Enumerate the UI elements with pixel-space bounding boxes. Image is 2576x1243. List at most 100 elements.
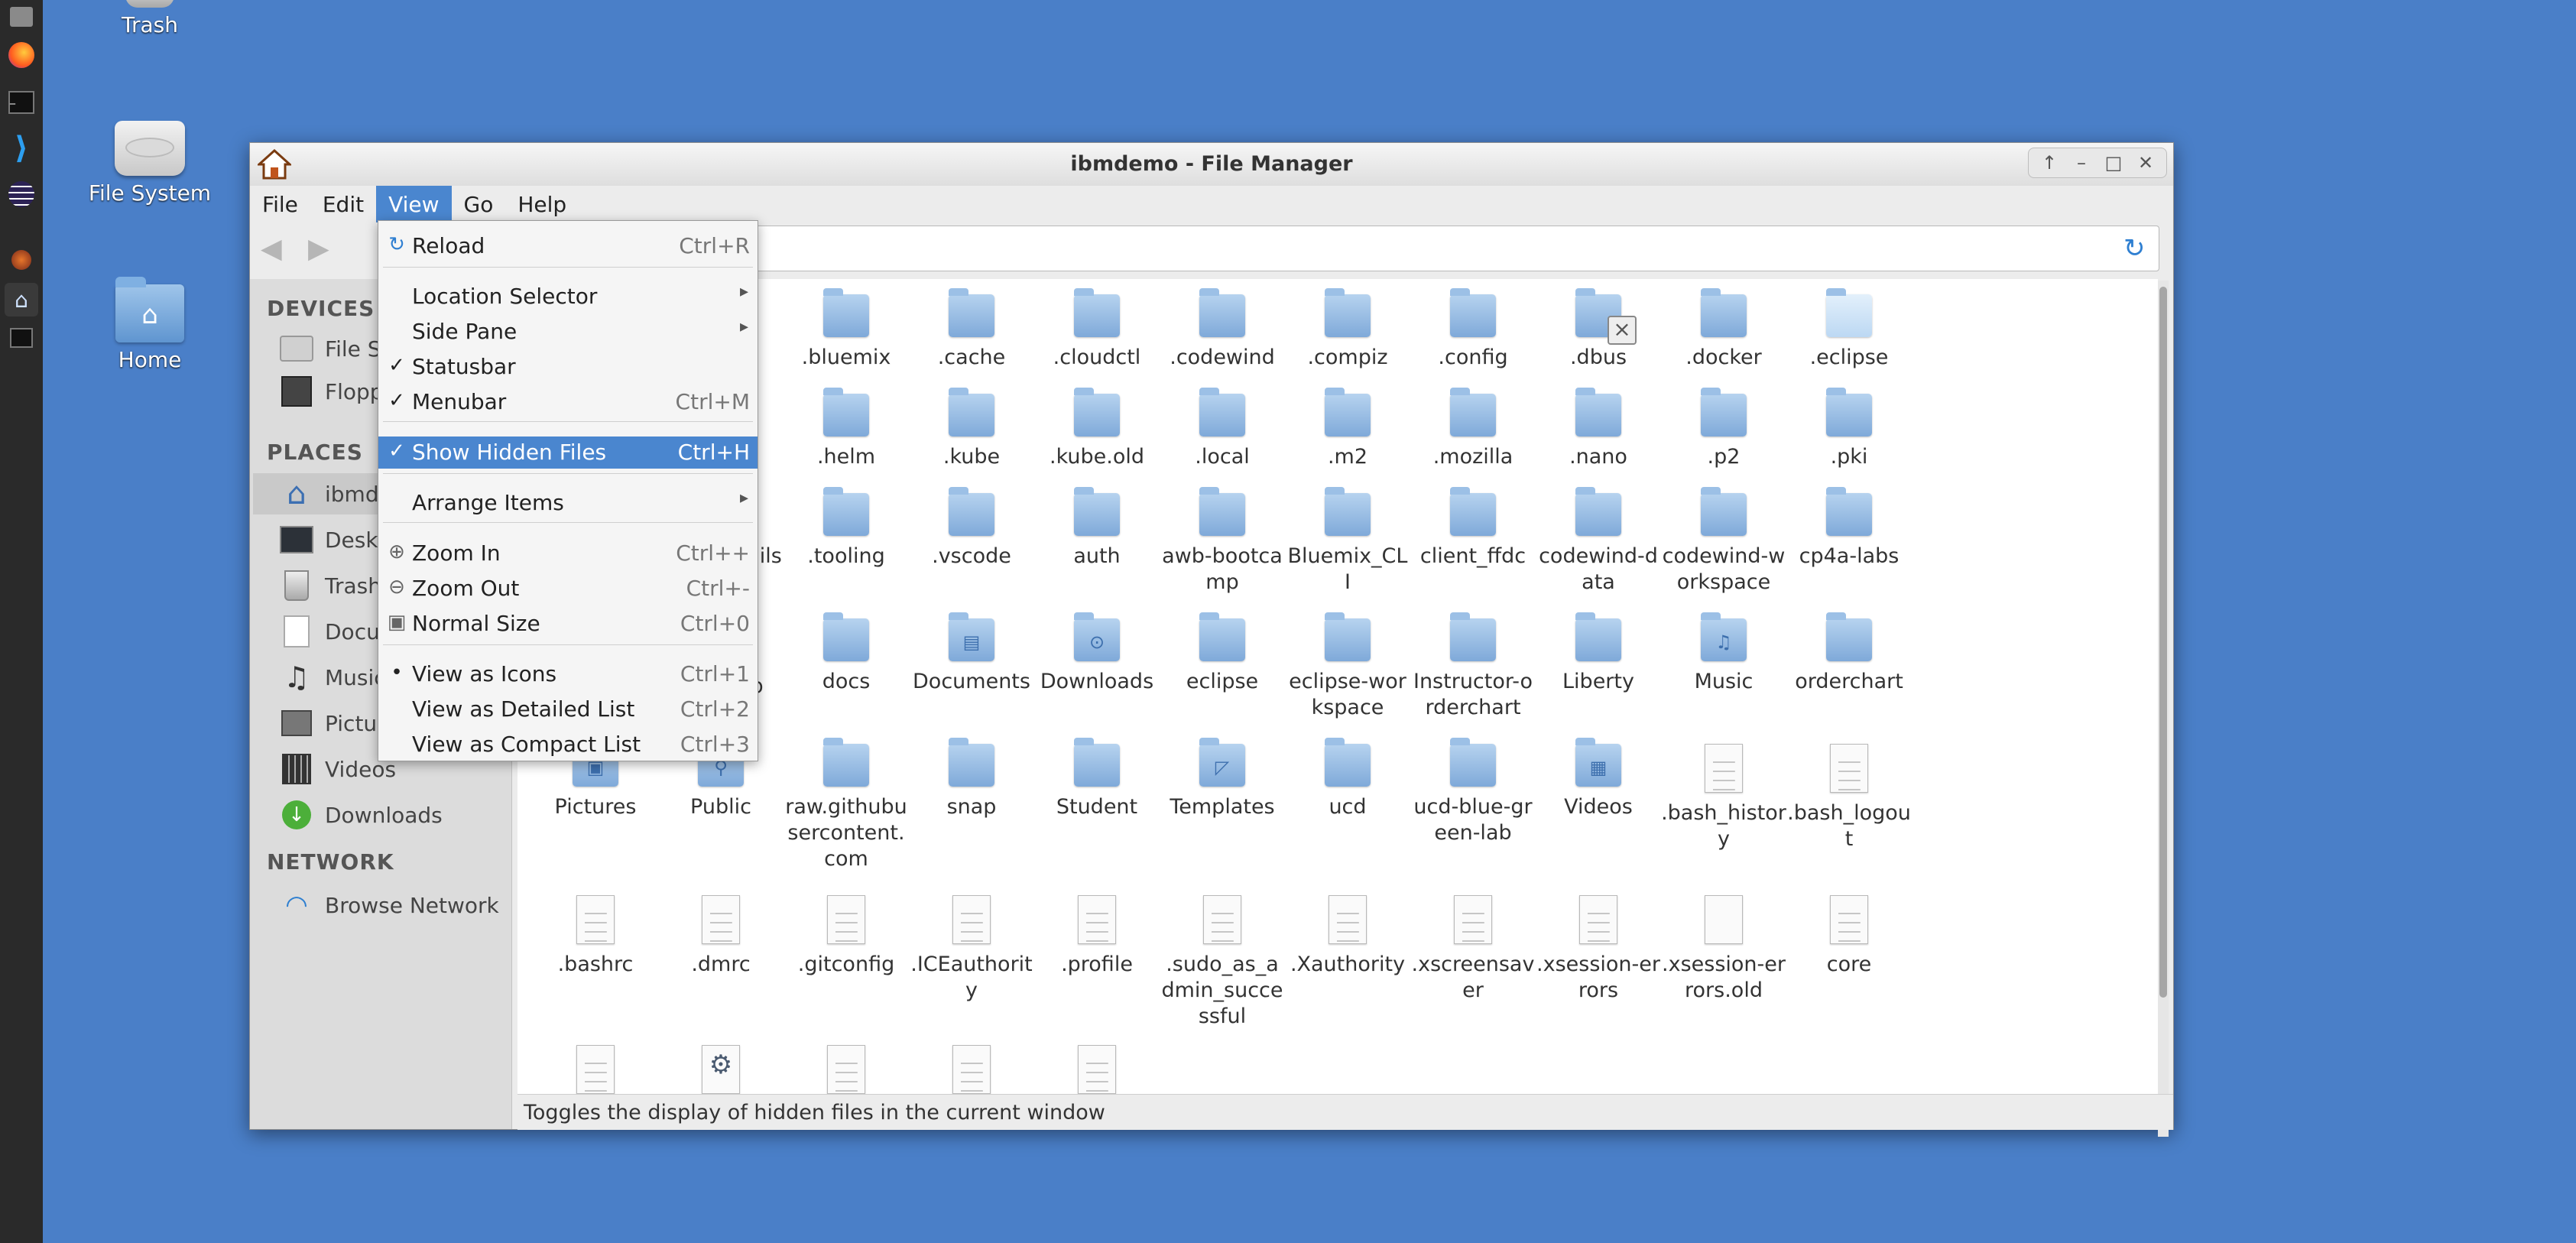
menu-edit[interactable]: Edit — [310, 186, 376, 222]
file-item[interactable] — [1034, 1045, 1160, 1094]
file-item[interactable]: crb.yaml — [533, 1045, 658, 1094]
folder-item[interactable]: cp4a-labs — [1786, 487, 1912, 570]
folder-item[interactable]: client_ffdc — [1410, 487, 1536, 570]
folder-item[interactable]: .tooling — [784, 487, 909, 570]
sidebar-item-browse-network[interactable]: ◠ Browse Network — [253, 884, 511, 926]
sidebar-item-downloads[interactable]: ↓ Downloads — [253, 794, 511, 836]
folder-item[interactable]: orderchart — [1786, 612, 1912, 695]
file-manager-icon[interactable]: ⌂ — [5, 283, 38, 316]
desktop-home[interactable]: ⌂ Home — [73, 277, 226, 372]
folder-item[interactable]: ⊙ Downloads — [1034, 612, 1160, 695]
vscode-icon[interactable]: ⟩ — [5, 131, 38, 166]
terminal-icon[interactable]: _ — [5, 86, 38, 119]
title-bar[interactable]: ibmdemo - File Manager ↑ – □ ✕ — [250, 143, 2173, 187]
folder-item[interactable]: .p2 — [1661, 388, 1786, 470]
file-item[interactable] — [784, 1045, 909, 1094]
file-item[interactable]: .profile — [1034, 895, 1160, 978]
folder-item[interactable]: raw.githubusercontent.com — [784, 738, 909, 872]
file-item[interactable]: .xsession-errors — [1536, 895, 1661, 1004]
file-item[interactable]: .bash_history — [1661, 744, 1786, 852]
menu-item-view-as-icons[interactable]: • View as Icons Ctrl+1 — [378, 658, 758, 690]
folder-item[interactable]: .pki — [1786, 388, 1912, 470]
folder-item[interactable]: ♫ Music — [1661, 612, 1786, 695]
folder-item[interactable]: Bluemix_CLI — [1285, 487, 1410, 596]
reload-icon[interactable]: ↻ — [2123, 235, 2149, 261]
folder-item[interactable]: Liberty — [1536, 612, 1661, 695]
folder-item[interactable]: .bluemix — [784, 288, 909, 371]
file-item[interactable]: .Xauthority — [1285, 895, 1410, 978]
folder-item[interactable]: ucd — [1285, 738, 1410, 820]
menu-item-reload[interactable]: ↻ Reload Ctrl+R — [378, 230, 758, 262]
folder-item[interactable]: .cloudctl — [1034, 288, 1160, 371]
icon-view[interactable]: .atom.bluemix.cache.cloudctl.codewind.co… — [517, 279, 2158, 1094]
folder-item[interactable]: auth — [1034, 487, 1160, 570]
folder-item[interactable]: .mozilla — [1410, 388, 1536, 470]
maximize-button[interactable]: □ — [2097, 150, 2130, 176]
close-button[interactable]: ✕ — [2130, 150, 2162, 176]
keep-above-button[interactable]: ↑ — [2033, 150, 2065, 176]
folder-item[interactable]: Student — [1034, 738, 1160, 820]
minimize-button[interactable]: – — [2065, 150, 2097, 176]
folder-item[interactable]: awb-bootcamp — [1160, 487, 1285, 596]
menu-item-show-hidden-files[interactable]: ✓ Show Hidden Files Ctrl+H — [378, 437, 758, 469]
folder-item[interactable]: .nano — [1536, 388, 1661, 470]
menu-file[interactable]: File — [250, 186, 310, 222]
menu-item-arrange-items[interactable]: Arrange Items ▸ — [378, 487, 758, 519]
eclipse-icon[interactable] — [5, 177, 38, 211]
firefox-icon[interactable] — [5, 243, 38, 277]
file-item[interactable]: .sudo_as_admin_successful — [1160, 895, 1285, 1030]
folder-item[interactable]: .kube.old — [1034, 388, 1160, 470]
menu-item-side-pane[interactable]: Side Pane ▸ — [378, 316, 758, 348]
folder-item[interactable]: ucd-blue-green-lab — [1410, 738, 1536, 846]
folder-item[interactable]: ◸ Templates — [1160, 738, 1285, 820]
firefox-icon[interactable] — [5, 38, 38, 72]
menu-go[interactable]: Go — [452, 186, 506, 222]
file-item[interactable]: .bashrc — [533, 895, 658, 978]
home-folder-icon[interactable] — [5, 0, 38, 34]
folder-item[interactable]: Instructor-orderchart — [1410, 612, 1536, 721]
folder-item[interactable]: ▤ Documents — [909, 612, 1034, 695]
scrollbar-thumb[interactable] — [2159, 287, 2167, 998]
folder-item[interactable]: .compiz — [1285, 288, 1410, 371]
back-button[interactable]: ◀ — [261, 233, 294, 267]
file-item[interactable]: .bash_logout — [1786, 744, 1912, 852]
file-item[interactable]: .xscreensaver — [1410, 895, 1536, 1004]
folder-item[interactable]: ▦ Videos — [1536, 738, 1661, 820]
location-bar[interactable]: ↻ — [754, 226, 2159, 271]
folder-item[interactable]: docs — [784, 612, 909, 695]
file-item[interactable]: .xsession-errors.old — [1661, 895, 1786, 1004]
desktop-file-system[interactable]: File System — [73, 121, 226, 206]
file-item[interactable] — [909, 1045, 1034, 1094]
folder-item[interactable]: .kube — [909, 388, 1034, 470]
file-item[interactable]: core — [1786, 895, 1912, 978]
folder-item[interactable]: .local — [1160, 388, 1285, 470]
menu-item-statusbar[interactable]: ✓ Statusbar — [378, 351, 758, 383]
menu-item-view-as-detailed-list[interactable]: View as Detailed List Ctrl+2 — [378, 693, 758, 725]
folder-item[interactable]: snap — [909, 738, 1034, 820]
folder-item[interactable]: eclipse-workspace — [1285, 612, 1410, 721]
folder-item[interactable]: eclipse — [1160, 612, 1285, 695]
file-item[interactable]: .dmrc — [658, 895, 784, 978]
forward-button[interactable]: ▶ — [308, 233, 342, 267]
folder-item[interactable]: .codewind — [1160, 288, 1285, 371]
menu-item-normal-size[interactable]: ▣ Normal Size Ctrl+0 — [378, 608, 758, 640]
menu-item-menubar[interactable]: ✓ Menubar Ctrl+M — [378, 386, 758, 418]
menu-help[interactable]: Help — [505, 186, 579, 222]
folder-item[interactable]: × .dbus — [1536, 288, 1661, 371]
file-item[interactable]: .gitconfig — [784, 895, 909, 978]
folder-item[interactable]: codewind-data — [1536, 487, 1661, 596]
file-item[interactable]: .ICEauthority — [909, 895, 1034, 1004]
file-item[interactable]: ⚙examples.desktop — [658, 1045, 784, 1094]
menu-item-location-selector[interactable]: Location Selector ▸ — [378, 281, 758, 313]
menu-item-zoom-in[interactable]: ⊕ Zoom In Ctrl++ — [378, 537, 758, 570]
folder-item[interactable]: .config — [1410, 288, 1536, 371]
desktop-trash[interactable]: Trash — [73, 0, 226, 37]
terminal-icon[interactable] — [5, 321, 38, 355]
folder-item[interactable]: .helm — [784, 388, 909, 470]
folder-item[interactable]: .m2 — [1285, 388, 1410, 470]
folder-item[interactable]: .vscode — [909, 487, 1034, 570]
folder-item[interactable]: .eclipse — [1786, 288, 1912, 371]
folder-item[interactable]: codewind-workspace — [1661, 487, 1786, 596]
folder-item[interactable]: .cache — [909, 288, 1034, 371]
menu-item-view-as-compact-list[interactable]: View as Compact List Ctrl+3 — [378, 729, 758, 761]
